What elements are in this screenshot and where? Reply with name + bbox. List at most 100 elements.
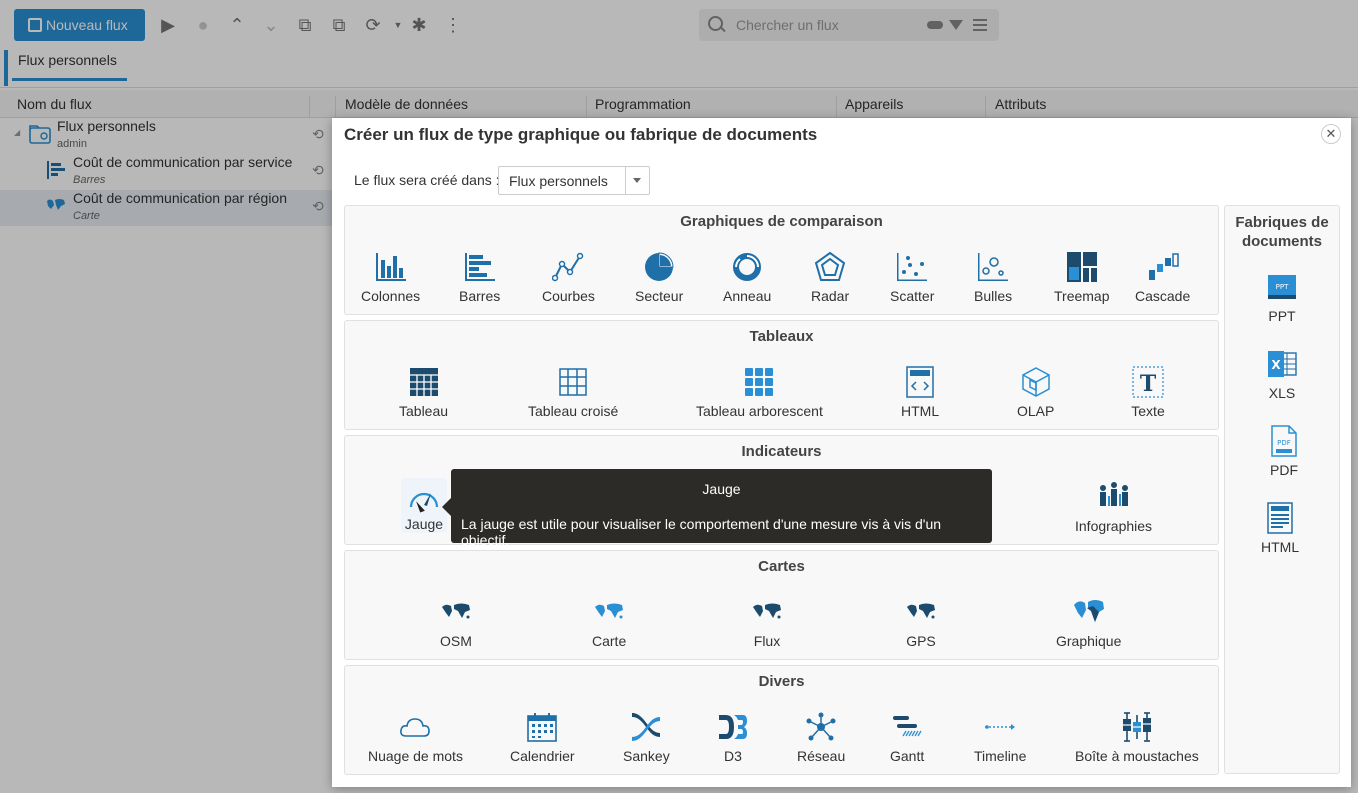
table-type-texte[interactable]: T Texte bbox=[1131, 365, 1165, 419]
item-label: Gantt bbox=[890, 748, 925, 764]
people-icon bbox=[1097, 480, 1131, 514]
table-type-tableau-croise[interactable]: Tableau croisé bbox=[528, 365, 618, 419]
misc-type-calendrier[interactable]: Calendrier bbox=[510, 710, 575, 764]
chart-type-bulles[interactable]: Bulles bbox=[974, 250, 1012, 304]
calendar-icon bbox=[525, 710, 559, 744]
section-title: Indicateurs bbox=[741, 443, 822, 460]
table-type-arborescent[interactable]: Tableau arborescent bbox=[696, 365, 823, 419]
donut-chart-icon bbox=[730, 250, 764, 284]
chart-type-anneau[interactable]: Anneau bbox=[723, 250, 771, 304]
item-label: Radar bbox=[811, 288, 850, 304]
section-comparison: Graphiques de comparaison Colonnes Barre… bbox=[344, 205, 1219, 315]
bar-chart-icon bbox=[463, 250, 497, 284]
table-type-olap[interactable]: OLAP bbox=[1017, 365, 1054, 419]
item-label: Texte bbox=[1131, 403, 1165, 419]
pdf-icon: PDF bbox=[1267, 424, 1301, 458]
item-label: Tableau bbox=[399, 403, 449, 419]
map-type-gps[interactable]: GPS bbox=[904, 595, 938, 649]
table-type-tableau[interactable]: Tableau bbox=[399, 365, 448, 419]
misc-type-reseau[interactable]: Réseau bbox=[797, 710, 845, 764]
cube-icon bbox=[1019, 365, 1053, 399]
box-plot-icon bbox=[1120, 710, 1154, 744]
section-misc: Divers Nuage de mots Calendrier Sankey D… bbox=[344, 665, 1219, 775]
map-type-flux[interactable]: Flux bbox=[750, 595, 784, 649]
chart-type-cascade[interactable]: Cascade bbox=[1135, 250, 1190, 304]
app-background: Nouveau flux ▶ ● ⌃ ⌄ ⧉ ⧉ ⟳ ▼ ✱ ⋮ Cherche… bbox=[0, 0, 1358, 793]
factory-html[interactable]: HTML bbox=[1261, 501, 1299, 555]
item-label: HTML bbox=[1261, 539, 1300, 555]
table-type-html[interactable]: HTML bbox=[901, 365, 939, 419]
world-map-icon bbox=[750, 595, 784, 629]
html-doc-icon bbox=[1263, 501, 1297, 535]
section-title: Graphiques de comparaison bbox=[680, 213, 883, 230]
item-label: Colonnes bbox=[361, 288, 421, 304]
cloud-icon bbox=[398, 710, 432, 744]
factory-xls[interactable]: X XLS bbox=[1265, 347, 1299, 401]
location-label: Le flux sera créé dans : bbox=[354, 172, 500, 188]
misc-type-sankey[interactable]: Sankey bbox=[623, 710, 670, 764]
text-icon: T bbox=[1131, 365, 1165, 399]
chart-type-secteur[interactable]: Secteur bbox=[635, 250, 683, 304]
item-label: XLS bbox=[1268, 385, 1296, 401]
item-label: Carte bbox=[592, 633, 627, 649]
column-chart-icon bbox=[374, 250, 408, 284]
bubble-chart-icon bbox=[976, 250, 1010, 284]
sankey-icon bbox=[629, 710, 663, 744]
create-flow-dialog: Créer un flux de type graphique ou fabri… bbox=[332, 118, 1351, 787]
factory-ppt[interactable]: PPT PPT bbox=[1265, 270, 1299, 324]
indicator-type-jauge[interactable]: Jauge bbox=[401, 478, 447, 533]
map-type-carte[interactable]: Carte bbox=[592, 595, 626, 649]
misc-type-d3[interactable]: D3 bbox=[716, 710, 750, 764]
item-label: Calendrier bbox=[510, 748, 575, 764]
world-map-icon bbox=[592, 595, 626, 629]
svg-text:PDF: PDF bbox=[1277, 439, 1291, 447]
scatter-chart-icon bbox=[895, 250, 929, 284]
line-chart-icon bbox=[551, 250, 585, 284]
misc-type-nuage[interactable]: Nuage de mots bbox=[368, 710, 463, 764]
map-type-osm[interactable]: OSM bbox=[439, 595, 473, 649]
xls-icon: X bbox=[1265, 347, 1299, 381]
factory-pdf[interactable]: PDF PDF bbox=[1267, 424, 1301, 478]
chart-type-scatter[interactable]: Scatter bbox=[890, 250, 934, 304]
chart-map-icon bbox=[1072, 595, 1106, 629]
item-label: HTML bbox=[901, 403, 940, 419]
item-label: Sankey bbox=[623, 748, 670, 764]
item-label: OSM bbox=[440, 633, 472, 649]
item-label: Tableau arborescent bbox=[696, 403, 823, 419]
misc-type-boxplot[interactable]: Boîte à moustaches bbox=[1075, 710, 1199, 764]
item-label: Tableau croisé bbox=[528, 403, 619, 419]
misc-type-gantt[interactable]: Gantt bbox=[890, 710, 924, 764]
close-icon[interactable]: ✕ bbox=[1321, 124, 1341, 144]
chart-type-barres[interactable]: Barres bbox=[459, 250, 500, 304]
gantt-icon bbox=[890, 710, 924, 744]
table-icon bbox=[407, 365, 441, 399]
section-tables: Tableaux Tableau Tableau croisé Tableau … bbox=[344, 320, 1219, 430]
tree-table-icon bbox=[742, 365, 776, 399]
section-title: Cartes bbox=[758, 558, 805, 575]
location-select[interactable]: Flux personnels bbox=[498, 166, 650, 195]
document-factories-panel: Fabriques de documents PPT PPT X XLS PDF… bbox=[1224, 205, 1340, 774]
chart-type-radar[interactable]: Radar bbox=[811, 250, 849, 304]
item-label: Jauge bbox=[404, 516, 444, 532]
world-map-icon bbox=[904, 595, 938, 629]
ppt-icon: PPT bbox=[1265, 270, 1299, 304]
pivot-table-icon bbox=[556, 365, 590, 399]
map-type-graphique[interactable]: Graphique bbox=[1056, 595, 1121, 649]
tooltip-description: La jauge est utile pour visualiser le co… bbox=[461, 516, 942, 548]
item-label: Cascade bbox=[1135, 288, 1191, 304]
item-label: Timeline bbox=[974, 748, 1027, 764]
chart-type-colonnes[interactable]: Colonnes bbox=[361, 250, 420, 304]
world-map-icon bbox=[439, 595, 473, 629]
misc-type-timeline[interactable]: Timeline bbox=[974, 710, 1026, 764]
html-icon bbox=[903, 365, 937, 399]
chart-type-courbes[interactable]: Courbes bbox=[542, 250, 595, 304]
chevron-down-icon[interactable] bbox=[625, 167, 649, 194]
item-label: Courbes bbox=[542, 288, 595, 304]
section-title: Divers bbox=[758, 673, 805, 690]
item-label: Secteur bbox=[635, 288, 684, 304]
chart-type-treemap[interactable]: Treemap bbox=[1054, 250, 1110, 304]
item-label: Boîte à moustaches bbox=[1075, 748, 1199, 764]
gauge-icon bbox=[407, 483, 441, 517]
indicator-type-infographies[interactable]: Infographies bbox=[1075, 480, 1152, 534]
d3-icon bbox=[716, 710, 750, 744]
